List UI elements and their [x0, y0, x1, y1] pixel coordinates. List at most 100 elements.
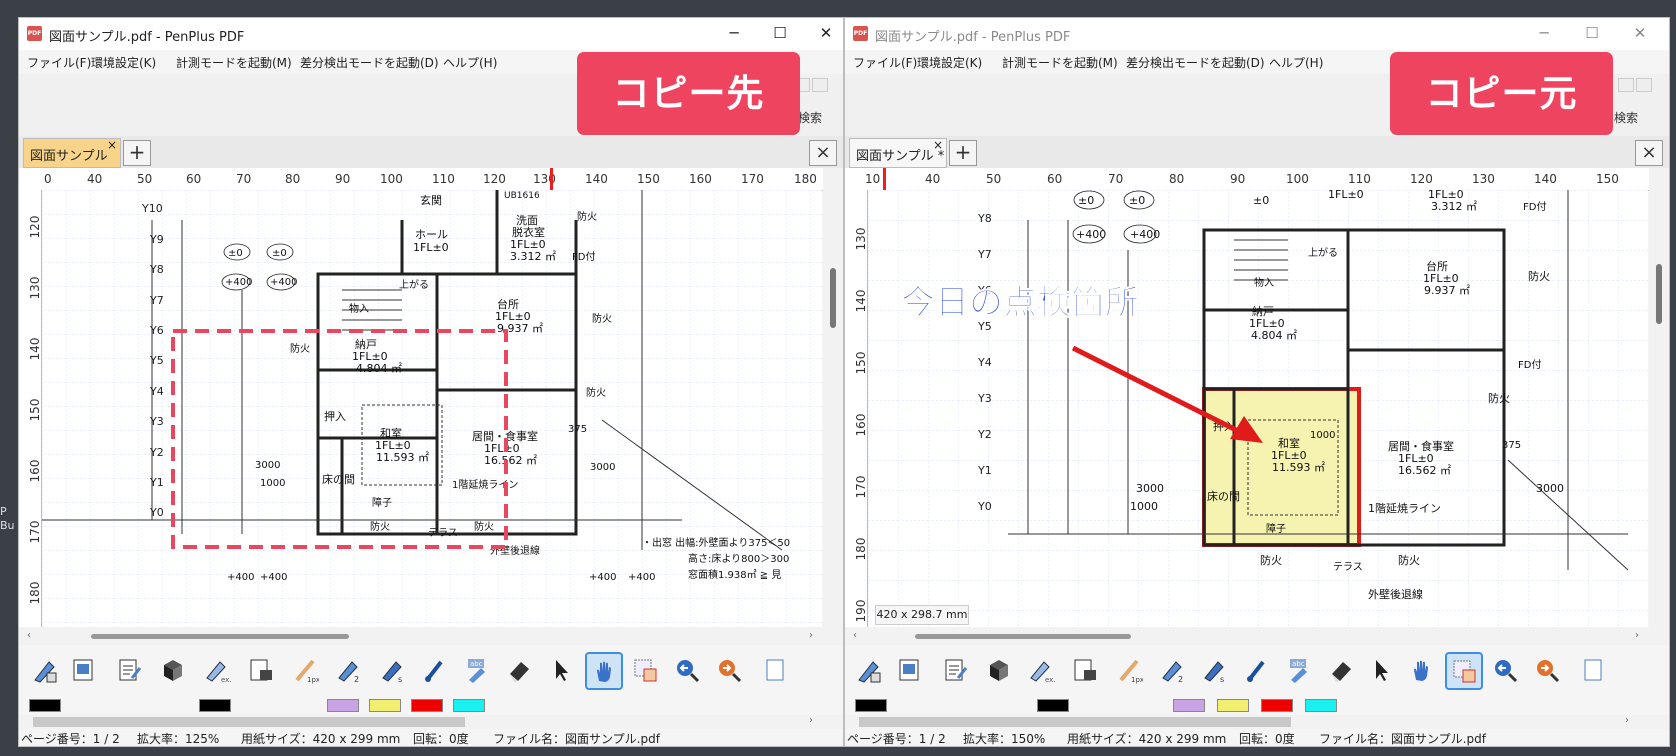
scroll-left-icon[interactable]: ‹ — [27, 630, 31, 641]
pen-s-icon[interactable]: s — [375, 652, 411, 688]
scroll-thumb[interactable] — [33, 717, 465, 727]
scroll-thumb[interactable] — [859, 717, 1291, 727]
swatch-cyan[interactable] — [1305, 699, 1337, 712]
menu-preferences[interactable]: 環境設定(K) — [917, 54, 982, 71]
eraser-icon[interactable] — [501, 652, 537, 688]
toolbar-scrollbar[interactable]: › — [19, 715, 843, 729]
shape-box-icon[interactable] — [981, 652, 1017, 688]
zoom-forward-icon[interactable] — [1529, 652, 1565, 688]
zoom-back-icon[interactable] — [1487, 652, 1523, 688]
swatch-cyan[interactable] — [453, 699, 485, 712]
pen-select-icon[interactable] — [27, 652, 63, 688]
pen-2-icon[interactable]: 2 — [1155, 652, 1191, 688]
swatch-black[interactable] — [199, 699, 231, 712]
scroll-right-icon[interactable]: › — [1625, 715, 1629, 726]
tab-close-icon[interactable]: × — [107, 138, 117, 152]
swatch-black[interactable] — [855, 699, 887, 712]
nav-next-icon[interactable] — [812, 78, 828, 92]
menu-measure-mode[interactable]: 計測モードを起動(M) — [1002, 54, 1118, 71]
title-bar[interactable]: PDF 図面サンプル.pdf - PenPlus PDF ─ ☐ ✕ — [19, 18, 843, 50]
nav-prev-icon[interactable] — [1618, 78, 1634, 92]
text-note-icon[interactable] — [111, 652, 147, 688]
zoom-back-icon[interactable] — [669, 652, 705, 688]
tab-document[interactable]: 図面サンプル * × — [849, 138, 947, 168]
text-note-icon[interactable] — [937, 652, 973, 688]
pen-s-icon[interactable]: s — [1197, 652, 1233, 688]
pen-ex-icon[interactable]: ex. — [199, 652, 235, 688]
add-tab-button[interactable]: + — [123, 140, 151, 166]
scroll-right-icon[interactable]: › — [1635, 630, 1639, 641]
pen-select-icon[interactable] — [851, 652, 887, 688]
cursor-arrow-icon[interactable] — [543, 652, 579, 688]
horizontal-scrollbar[interactable]: ‹ › — [19, 627, 843, 645]
menu-file[interactable]: ファイル(F) — [853, 54, 917, 71]
region-select-icon[interactable] — [1445, 652, 1483, 690]
swatch-yellow[interactable] — [1217, 699, 1249, 712]
maximize-button[interactable]: ☐ — [1577, 24, 1607, 42]
shape-box-icon[interactable] — [155, 652, 191, 688]
eraser-icon[interactable] — [1323, 652, 1359, 688]
swatch-red[interactable] — [411, 699, 443, 712]
menu-help[interactable]: ヘルプ(H) — [443, 54, 497, 71]
tab-document[interactable]: 図面サンプル × — [23, 138, 121, 168]
minimize-button[interactable]: ─ — [719, 24, 749, 42]
vertical-scrollbar[interactable] — [823, 168, 843, 627]
inspection-annotation-text[interactable]: 今日の点検箇所 — [901, 283, 1140, 324]
nav-next-icon[interactable] — [1636, 78, 1652, 92]
scroll-left-icon[interactable]: ‹ — [853, 630, 857, 641]
hand-pan-icon[interactable] — [1403, 652, 1439, 688]
minimize-button[interactable]: ─ — [1529, 24, 1559, 42]
close-document-button[interactable]: × — [1635, 140, 1663, 166]
scroll-right-icon[interactable]: › — [809, 630, 813, 641]
scroll-thumb[interactable] — [1656, 264, 1662, 324]
tab-close-icon[interactable]: × — [933, 138, 943, 152]
document-canvas[interactable]: Y10 Y9 Y8 Y7 Y6 Y5 Y4 Y3 Y2 Y1 Y0 玄関 ホール… — [42, 190, 822, 627]
swatch-black[interactable] — [1037, 699, 1069, 712]
swatch-yellow[interactable] — [369, 699, 401, 712]
swatch-lavender[interactable] — [327, 699, 359, 712]
pen-2-icon[interactable]: 2 — [331, 652, 367, 688]
toolbar-scrollbar[interactable]: › — [845, 715, 1669, 729]
search-label[interactable]: 検索 — [1614, 109, 1638, 126]
page-icon[interactable] — [753, 652, 789, 688]
pen-ex-icon[interactable]: ex. — [1023, 652, 1059, 688]
scroll-right-icon[interactable]: › — [809, 715, 813, 726]
scroll-thumb[interactable] — [91, 634, 349, 639]
scroll-thumb[interactable] — [830, 268, 836, 328]
search-label[interactable]: 検索 — [798, 109, 822, 126]
stamp-icon[interactable] — [243, 652, 279, 688]
horizontal-scrollbar[interactable]: ‹ › — [845, 627, 1669, 645]
swatch-red[interactable] — [1261, 699, 1293, 712]
marker-1px-icon[interactable]: 1px — [1111, 652, 1147, 688]
ocr-text-icon[interactable]: abc — [459, 652, 495, 688]
zoom-forward-icon[interactable] — [711, 652, 747, 688]
marker-1px-icon[interactable]: 1px — [287, 652, 323, 688]
page-icon[interactable] — [1571, 652, 1607, 688]
scroll-thumb[interactable] — [915, 634, 1131, 639]
region-select-icon[interactable] — [627, 652, 663, 688]
menu-measure-mode[interactable]: 計測モードを起動(M) — [176, 54, 292, 71]
image-insert-icon[interactable] — [891, 652, 927, 688]
hand-pan-icon[interactable] — [585, 652, 623, 690]
swatch-black[interactable] — [29, 699, 61, 712]
menu-preferences[interactable]: 環境設定(K) — [91, 54, 156, 71]
vertical-scrollbar[interactable] — [1649, 168, 1669, 627]
document-canvas[interactable]: Y8 Y7 Y6 Y5 Y4 Y3 Y2 Y1 Y0 1FL±0 1FL±0 3… — [868, 190, 1648, 627]
add-tab-button[interactable]: + — [949, 140, 977, 166]
stamp-icon[interactable] — [1067, 652, 1103, 688]
menu-diff-mode[interactable]: 差分検出モードを起動(D) — [300, 54, 439, 71]
menu-file[interactable]: ファイル(F) — [27, 54, 91, 71]
swatch-lavender[interactable] — [1173, 699, 1205, 712]
menu-diff-mode[interactable]: 差分検出モードを起動(D) — [1126, 54, 1265, 71]
close-document-button[interactable]: × — [809, 140, 837, 166]
title-bar[interactable]: PDF 図面サンプル.pdf - PenPlus PDF ─ ☐ ✕ — [845, 18, 1669, 50]
image-insert-icon[interactable] — [65, 652, 101, 688]
brush-icon[interactable] — [1239, 652, 1275, 688]
close-window-button[interactable]: ✕ — [811, 24, 841, 42]
ocr-text-icon[interactable]: abc — [1281, 652, 1317, 688]
close-window-button[interactable]: ✕ — [1625, 24, 1655, 42]
maximize-button[interactable]: ☐ — [765, 24, 795, 42]
cursor-arrow-icon[interactable] — [1363, 652, 1399, 688]
menu-help[interactable]: ヘルプ(H) — [1269, 54, 1323, 71]
brush-icon[interactable] — [417, 652, 453, 688]
